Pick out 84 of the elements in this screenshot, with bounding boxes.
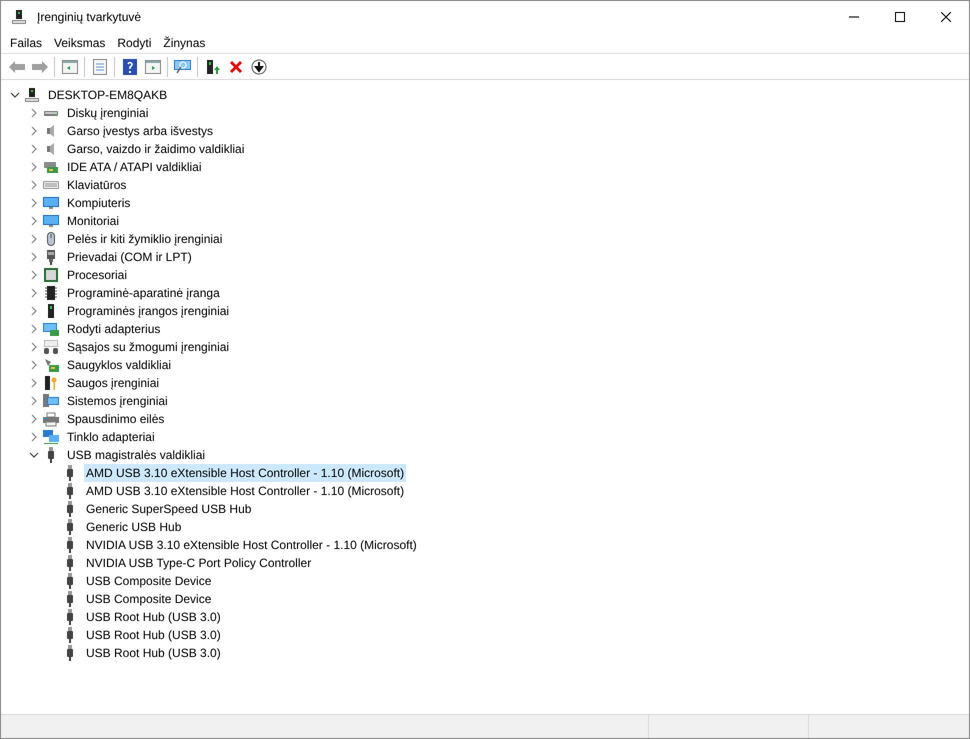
collapsed-chevron-icon[interactable] (29, 396, 39, 406)
collapsed-chevron-icon[interactable] (29, 378, 39, 388)
pane-icon (144, 60, 160, 74)
collapsed-chevron-icon[interactable] (29, 108, 39, 118)
tree-item[interactable]: Monitoriai (65, 212, 122, 230)
down-arrow-circle-icon (250, 58, 266, 74)
tree-item[interactable]: Kompiuteris (65, 194, 132, 212)
collapsed-chevron-icon[interactable] (29, 216, 39, 226)
display-adapter-icon (43, 321, 59, 337)
keyboard-joystick-icon (43, 339, 59, 355)
menu-item[interactable]: Veiksmas (48, 34, 112, 52)
tree-item[interactable]: Saugos įrenginiai (65, 374, 162, 392)
tree-item[interactable]: USB Composite Device (84, 590, 214, 608)
tree-item[interactable]: USB Root Hub (USB 3.0) (84, 608, 223, 626)
tower-key-icon (43, 375, 59, 391)
collapsed-chevron-icon[interactable] (29, 252, 39, 262)
tree-item[interactable]: Garso, vaizdo ir žaidimo valdikliai (65, 140, 246, 158)
expanded-chevron-icon[interactable] (10, 90, 20, 100)
tree-item[interactable]: Garso įvestys arba išvestys (65, 122, 216, 140)
processor-icon (43, 267, 59, 283)
tree-item[interactable]: IDE ATA / ATAPI valdikliai (65, 158, 204, 176)
window-title: Įrenginių tvarkytuvė (37, 9, 142, 26)
close-icon (941, 12, 951, 22)
menu-item[interactable]: Žinynas (157, 34, 212, 52)
collapsed-chevron-icon[interactable] (29, 432, 39, 442)
monitor-icon (43, 195, 59, 211)
collapsed-chevron-icon[interactable] (29, 360, 39, 370)
tree-item[interactable]: Generic SuperSpeed USB Hub (84, 500, 254, 518)
collapsed-chevron-icon[interactable] (29, 288, 39, 298)
computer-tower-icon (11, 9, 27, 25)
tree-item[interactable]: NVIDIA USB Type-C Port Policy Controller (84, 554, 314, 572)
tree-item[interactable]: DESKTOP-EM8QAKB (46, 86, 170, 104)
monitor-icon (43, 213, 59, 229)
tree-item[interactable]: Programinė-aparatinė įranga (65, 284, 222, 302)
tree-item[interactable]: Pelės ir kiti žymiklio įrenginiai (65, 230, 224, 248)
collapsed-chevron-icon[interactable] (29, 234, 39, 244)
tree-item[interactable]: Saugyklos valdikliai (65, 356, 174, 374)
controller-card-icon (43, 159, 59, 175)
tree-item[interactable]: Programinės įrangos įrenginiai (65, 302, 232, 320)
collapsed-chevron-icon[interactable] (29, 198, 39, 208)
printer-icon (43, 411, 59, 427)
computer-icon (43, 393, 59, 409)
menu-item[interactable]: Failas (4, 34, 48, 52)
back-arrow-icon (8, 60, 26, 74)
menu-item[interactable]: Rodyti (111, 34, 158, 52)
collapsed-chevron-icon[interactable] (29, 180, 39, 190)
collapsed-chevron-icon[interactable] (29, 324, 39, 334)
collapsed-chevron-icon[interactable] (29, 414, 39, 424)
tree-item[interactable]: Rodyti adapterius (65, 320, 162, 338)
tree-item[interactable]: Klaviatūros (65, 176, 128, 194)
tree-item[interactable]: Prievadai (COM ir LPT) (65, 248, 194, 266)
tree-item[interactable]: Tinklo adapteriai (65, 428, 157, 446)
cross-icon (228, 60, 242, 74)
forward-arrow-icon (30, 60, 48, 74)
tree-item[interactable]: Spausdinimo eilės (65, 410, 166, 428)
tree-item[interactable]: Sistemos įrenginiai (65, 392, 170, 410)
tree-item[interactable]: Diskų įrenginiai (65, 104, 150, 122)
tree-item[interactable]: Sąsajos su žmogumi įrenginiai (65, 338, 232, 356)
tree-item[interactable]: USB Root Hub (USB 3.0) (84, 644, 223, 662)
tree-item[interactable]: USB Composite Device (84, 572, 214, 590)
monitor-magnifier-icon (174, 58, 192, 74)
storage-controller-icon (43, 357, 59, 373)
collapsed-chevron-icon[interactable] (29, 162, 39, 172)
tower-arrow-icon (204, 58, 220, 74)
help-icon (122, 58, 138, 74)
tree-item[interactable]: NVIDIA USB 3.10 eXtensible Host Controller - 1.10 (Microsoft) (84, 536, 419, 554)
collapsed-chevron-icon[interactable] (29, 126, 39, 136)
expanded-chevron-icon[interactable] (29, 450, 39, 460)
tree-item[interactable]: AMD USB 3.10 eXtensible Host Controller - 1.10 (Microsoft) (84, 464, 406, 482)
computer-tower-icon (24, 87, 40, 103)
properties-sheet-icon (92, 58, 108, 74)
maximize-icon (895, 12, 905, 22)
collapsed-chevron-icon[interactable] (29, 306, 39, 316)
pane-icon (62, 60, 78, 74)
collapsed-chevron-icon[interactable] (29, 342, 39, 352)
tree-item[interactable]: USB magistralės valdikliai (65, 446, 208, 464)
chip-icon (43, 285, 59, 301)
tree-item[interactable]: AMD USB 3.10 eXtensible Host Controller - 1.10 (Microsoft) (84, 482, 406, 500)
collapsed-chevron-icon[interactable] (29, 270, 39, 280)
tree-item[interactable]: Procesoriai (65, 266, 130, 284)
tree-item[interactable]: Generic USB Hub (84, 518, 184, 536)
collapsed-chevron-icon[interactable] (29, 144, 39, 154)
tree-item[interactable]: USB Root Hub (USB 3.0) (84, 626, 223, 644)
network-monitors-icon (43, 429, 59, 445)
